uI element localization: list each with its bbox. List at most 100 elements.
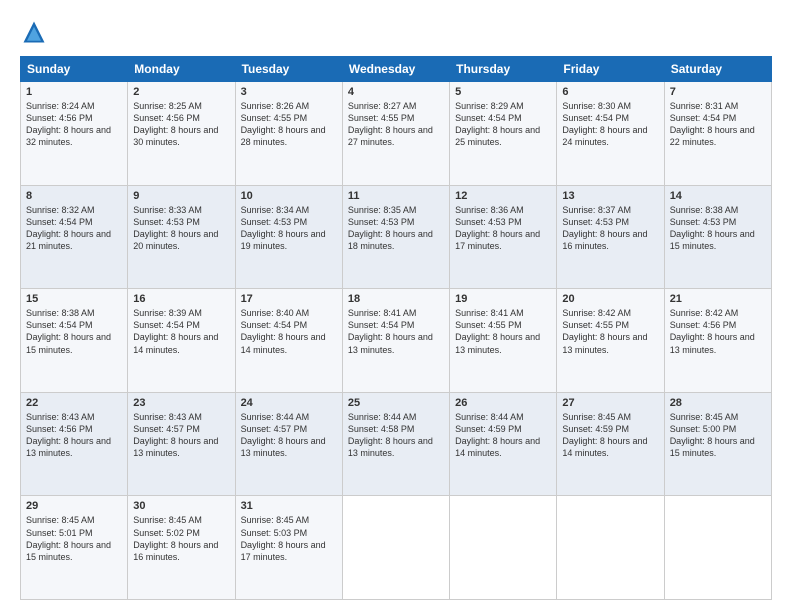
cell-info: Sunrise: 8:41 AMSunset: 4:55 PMDaylight:… <box>455 308 540 354</box>
calendar-cell <box>664 496 771 600</box>
day-header-friday: Friday <box>557 57 664 82</box>
calendar-week-3: 15 Sunrise: 8:38 AMSunset: 4:54 PMDaylig… <box>21 289 772 393</box>
cell-info: Sunrise: 8:44 AMSunset: 4:57 PMDaylight:… <box>241 412 326 458</box>
calendar-cell: 19 Sunrise: 8:41 AMSunset: 4:55 PMDaylig… <box>450 289 557 393</box>
day-number: 9 <box>133 190 229 202</box>
day-number: 22 <box>26 397 122 409</box>
cell-info: Sunrise: 8:32 AMSunset: 4:54 PMDaylight:… <box>26 205 111 251</box>
day-number: 16 <box>133 293 229 305</box>
day-number: 24 <box>241 397 337 409</box>
calendar-cell: 20 Sunrise: 8:42 AMSunset: 4:55 PMDaylig… <box>557 289 664 393</box>
cell-info: Sunrise: 8:24 AMSunset: 4:56 PMDaylight:… <box>26 101 111 147</box>
day-number: 17 <box>241 293 337 305</box>
cell-info: Sunrise: 8:33 AMSunset: 4:53 PMDaylight:… <box>133 205 218 251</box>
page: SundayMondayTuesdayWednesdayThursdayFrid… <box>0 0 792 612</box>
cell-info: Sunrise: 8:30 AMSunset: 4:54 PMDaylight:… <box>562 101 647 147</box>
calendar-cell: 18 Sunrise: 8:41 AMSunset: 4:54 PMDaylig… <box>342 289 449 393</box>
day-number: 11 <box>348 190 444 202</box>
cell-info: Sunrise: 8:38 AMSunset: 4:53 PMDaylight:… <box>670 205 755 251</box>
day-header-sunday: Sunday <box>21 57 128 82</box>
calendar-table: SundayMondayTuesdayWednesdayThursdayFrid… <box>20 56 772 600</box>
calendar-cell: 7 Sunrise: 8:31 AMSunset: 4:54 PMDayligh… <box>664 82 771 186</box>
day-number: 29 <box>26 500 122 512</box>
day-number: 14 <box>670 190 766 202</box>
logo <box>20 18 52 46</box>
day-number: 5 <box>455 86 551 98</box>
calendar-cell: 30 Sunrise: 8:45 AMSunset: 5:02 PMDaylig… <box>128 496 235 600</box>
day-number: 4 <box>348 86 444 98</box>
cell-info: Sunrise: 8:43 AMSunset: 4:57 PMDaylight:… <box>133 412 218 458</box>
calendar-cell: 24 Sunrise: 8:44 AMSunset: 4:57 PMDaylig… <box>235 392 342 496</box>
calendar-cell: 4 Sunrise: 8:27 AMSunset: 4:55 PMDayligh… <box>342 82 449 186</box>
cell-info: Sunrise: 8:38 AMSunset: 4:54 PMDaylight:… <box>26 308 111 354</box>
day-number: 15 <box>26 293 122 305</box>
day-number: 10 <box>241 190 337 202</box>
calendar-cell: 12 Sunrise: 8:36 AMSunset: 4:53 PMDaylig… <box>450 185 557 289</box>
day-number: 28 <box>670 397 766 409</box>
header <box>20 18 772 46</box>
calendar-cell: 22 Sunrise: 8:43 AMSunset: 4:56 PMDaylig… <box>21 392 128 496</box>
logo-icon <box>20 18 48 46</box>
day-number: 2 <box>133 86 229 98</box>
day-header-monday: Monday <box>128 57 235 82</box>
calendar-cell: 29 Sunrise: 8:45 AMSunset: 5:01 PMDaylig… <box>21 496 128 600</box>
day-number: 21 <box>670 293 766 305</box>
cell-info: Sunrise: 8:41 AMSunset: 4:54 PMDaylight:… <box>348 308 433 354</box>
calendar-header-row: SundayMondayTuesdayWednesdayThursdayFrid… <box>21 57 772 82</box>
day-number: 1 <box>26 86 122 98</box>
day-number: 3 <box>241 86 337 98</box>
day-number: 18 <box>348 293 444 305</box>
calendar-cell: 25 Sunrise: 8:44 AMSunset: 4:58 PMDaylig… <box>342 392 449 496</box>
calendar-cell: 28 Sunrise: 8:45 AMSunset: 5:00 PMDaylig… <box>664 392 771 496</box>
day-number: 20 <box>562 293 658 305</box>
calendar-cell: 16 Sunrise: 8:39 AMSunset: 4:54 PMDaylig… <box>128 289 235 393</box>
calendar-cell: 26 Sunrise: 8:44 AMSunset: 4:59 PMDaylig… <box>450 392 557 496</box>
calendar-cell: 8 Sunrise: 8:32 AMSunset: 4:54 PMDayligh… <box>21 185 128 289</box>
calendar-cell <box>557 496 664 600</box>
cell-info: Sunrise: 8:43 AMSunset: 4:56 PMDaylight:… <box>26 412 111 458</box>
cell-info: Sunrise: 8:37 AMSunset: 4:53 PMDaylight:… <box>562 205 647 251</box>
calendar-cell: 14 Sunrise: 8:38 AMSunset: 4:53 PMDaylig… <box>664 185 771 289</box>
cell-info: Sunrise: 8:27 AMSunset: 4:55 PMDaylight:… <box>348 101 433 147</box>
cell-info: Sunrise: 8:29 AMSunset: 4:54 PMDaylight:… <box>455 101 540 147</box>
calendar-cell <box>342 496 449 600</box>
cell-info: Sunrise: 8:44 AMSunset: 4:59 PMDaylight:… <box>455 412 540 458</box>
day-header-tuesday: Tuesday <box>235 57 342 82</box>
cell-info: Sunrise: 8:25 AMSunset: 4:56 PMDaylight:… <box>133 101 218 147</box>
calendar-cell: 31 Sunrise: 8:45 AMSunset: 5:03 PMDaylig… <box>235 496 342 600</box>
calendar-week-4: 22 Sunrise: 8:43 AMSunset: 4:56 PMDaylig… <box>21 392 772 496</box>
cell-info: Sunrise: 8:45 AMSunset: 5:03 PMDaylight:… <box>241 515 326 561</box>
calendar-cell: 13 Sunrise: 8:37 AMSunset: 4:53 PMDaylig… <box>557 185 664 289</box>
day-header-saturday: Saturday <box>664 57 771 82</box>
cell-info: Sunrise: 8:42 AMSunset: 4:56 PMDaylight:… <box>670 308 755 354</box>
cell-info: Sunrise: 8:40 AMSunset: 4:54 PMDaylight:… <box>241 308 326 354</box>
calendar-cell: 5 Sunrise: 8:29 AMSunset: 4:54 PMDayligh… <box>450 82 557 186</box>
calendar-cell: 27 Sunrise: 8:45 AMSunset: 4:59 PMDaylig… <box>557 392 664 496</box>
day-number: 12 <box>455 190 551 202</box>
cell-info: Sunrise: 8:44 AMSunset: 4:58 PMDaylight:… <box>348 412 433 458</box>
day-number: 8 <box>26 190 122 202</box>
day-number: 25 <box>348 397 444 409</box>
calendar-cell: 9 Sunrise: 8:33 AMSunset: 4:53 PMDayligh… <box>128 185 235 289</box>
cell-info: Sunrise: 8:42 AMSunset: 4:55 PMDaylight:… <box>562 308 647 354</box>
calendar-cell: 15 Sunrise: 8:38 AMSunset: 4:54 PMDaylig… <box>21 289 128 393</box>
calendar-cell: 11 Sunrise: 8:35 AMSunset: 4:53 PMDaylig… <box>342 185 449 289</box>
calendar-week-2: 8 Sunrise: 8:32 AMSunset: 4:54 PMDayligh… <box>21 185 772 289</box>
calendar-cell <box>450 496 557 600</box>
day-number: 6 <box>562 86 658 98</box>
calendar-cell: 23 Sunrise: 8:43 AMSunset: 4:57 PMDaylig… <box>128 392 235 496</box>
day-number: 30 <box>133 500 229 512</box>
calendar-cell: 3 Sunrise: 8:26 AMSunset: 4:55 PMDayligh… <box>235 82 342 186</box>
cell-info: Sunrise: 8:45 AMSunset: 5:00 PMDaylight:… <box>670 412 755 458</box>
cell-info: Sunrise: 8:45 AMSunset: 4:59 PMDaylight:… <box>562 412 647 458</box>
calendar-week-1: 1 Sunrise: 8:24 AMSunset: 4:56 PMDayligh… <box>21 82 772 186</box>
calendar-week-5: 29 Sunrise: 8:45 AMSunset: 5:01 PMDaylig… <box>21 496 772 600</box>
day-number: 7 <box>670 86 766 98</box>
day-number: 31 <box>241 500 337 512</box>
cell-info: Sunrise: 8:45 AMSunset: 5:02 PMDaylight:… <box>133 515 218 561</box>
day-number: 27 <box>562 397 658 409</box>
cell-info: Sunrise: 8:45 AMSunset: 5:01 PMDaylight:… <box>26 515 111 561</box>
day-header-wednesday: Wednesday <box>342 57 449 82</box>
calendar-cell: 6 Sunrise: 8:30 AMSunset: 4:54 PMDayligh… <box>557 82 664 186</box>
day-number: 23 <box>133 397 229 409</box>
